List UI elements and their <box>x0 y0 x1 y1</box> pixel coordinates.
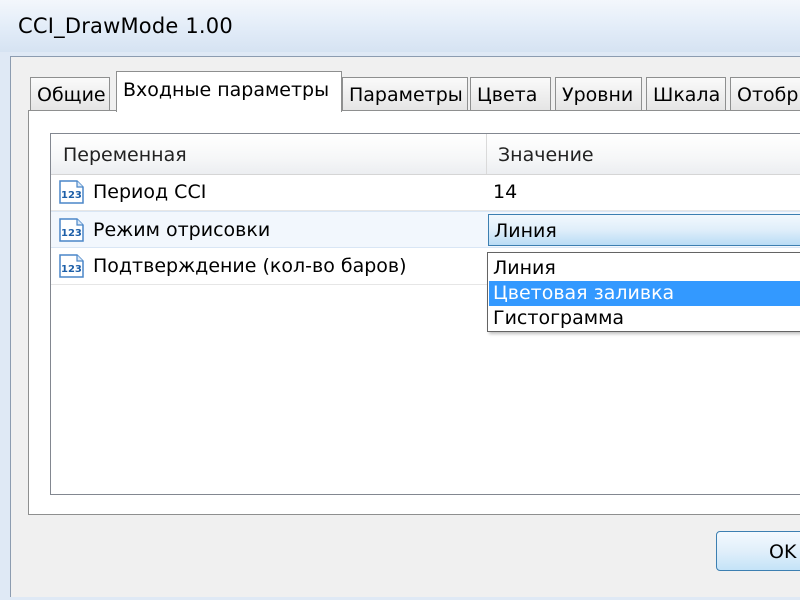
tab-general[interactable]: Общие <box>30 77 110 110</box>
ok-button[interactable]: OK <box>716 531 800 571</box>
option-line[interactable]: Линия <box>489 256 800 281</box>
tab-general-label: Общие <box>37 84 106 106</box>
header-divider[interactable] <box>486 134 487 174</box>
tab-scale-label: Шкала <box>653 84 721 106</box>
tab-parameters[interactable]: Параметры <box>342 77 468 110</box>
table-row[interactable]: 123 Период CCI 14 <box>51 174 800 211</box>
title-bar: CCI_DrawMode 1.00 <box>0 0 800 52</box>
window-title: CCI_DrawMode 1.00 <box>18 14 233 38</box>
svg-text:123: 123 <box>61 190 82 201</box>
header-value[interactable]: Значение <box>498 144 594 166</box>
row-name-draw-mode: Режим отрисовки <box>93 219 271 241</box>
tab-inputs-label: Входные параметры <box>123 79 330 101</box>
numeric-123-icon: 123 <box>59 218 84 242</box>
option-histogram[interactable]: Гистограмма <box>489 306 800 331</box>
tab-scale[interactable]: Шкала <box>646 77 726 110</box>
row-value-period[interactable]: 14 <box>493 181 517 203</box>
table-row[interactable]: 123 Режим отрисовки Линия <box>51 211 800 248</box>
option-color-fill[interactable]: Цветовая заливка <box>489 281 800 306</box>
header-variable[interactable]: Переменная <box>63 144 187 166</box>
tab-levels[interactable]: Уровни <box>555 77 642 110</box>
draw-mode-selected-value: Линия <box>494 220 557 242</box>
tab-strip: Общие Входные параметры Параметры Цвета … <box>30 71 800 112</box>
tab-display[interactable]: Отобр <box>730 77 800 110</box>
numeric-123-icon: 123 <box>59 254 84 278</box>
draw-mode-dropdown-list: Линия Цветовая заливка Гистограмма <box>487 252 800 332</box>
tab-inputs[interactable]: Входные параметры <box>116 71 342 112</box>
numeric-123-icon: 123 <box>59 180 84 204</box>
svg-text:123: 123 <box>61 264 82 275</box>
tab-levels-label: Уровни <box>562 84 634 106</box>
svg-text:123: 123 <box>61 228 82 239</box>
tab-colors-label: Цвета <box>477 84 538 106</box>
tab-display-label: Отобр <box>737 84 799 106</box>
draw-mode-combobox[interactable]: Линия <box>488 214 800 246</box>
grid-header: Переменная Значение <box>51 134 800 175</box>
tab-colors[interactable]: Цвета <box>470 77 551 110</box>
row-name-confirmation: Подтверждение (кол-во баров) <box>93 255 407 277</box>
tab-parameters-label: Параметры <box>349 84 463 106</box>
row-name-period: Период CCI <box>93 181 207 203</box>
ok-button-label: OK <box>769 541 797 563</box>
